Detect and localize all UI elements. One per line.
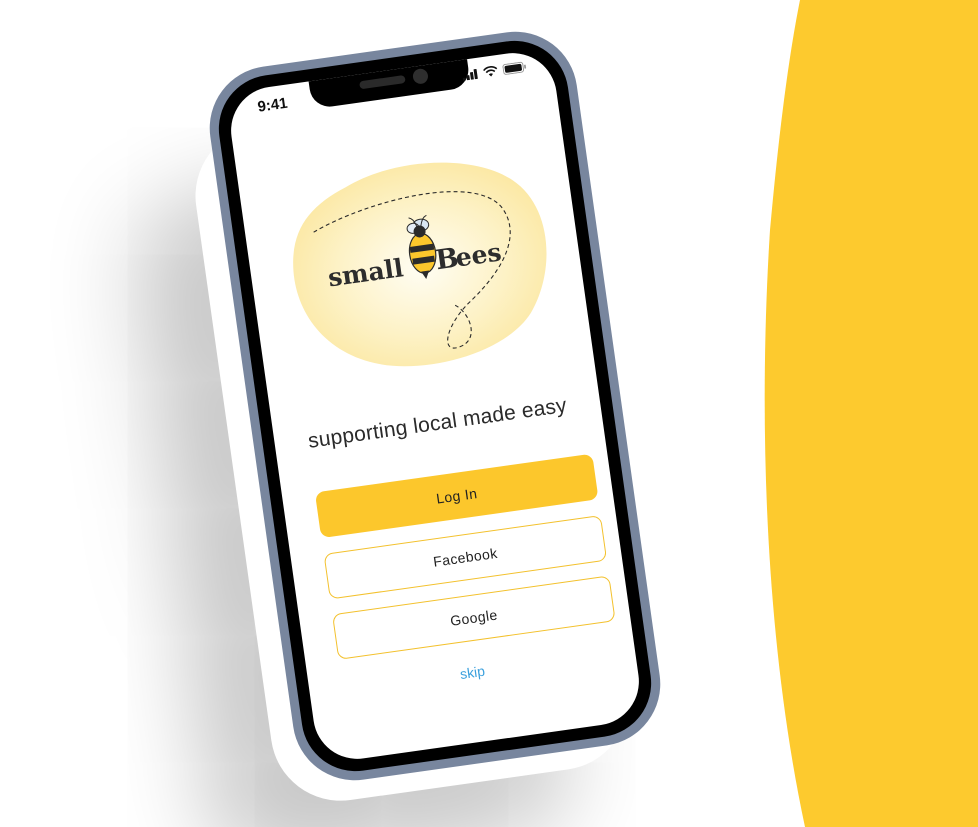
- phone-screen: 9:41 small B ees supporting local made e…: [225, 47, 645, 765]
- tagline: supporting local made easy: [306, 393, 569, 453]
- status-icons: [462, 61, 528, 81]
- wifi-icon: [483, 66, 498, 77]
- status-time: 9:41: [256, 94, 289, 116]
- logo: small B ees: [293, 162, 547, 367]
- notch: [308, 57, 471, 110]
- front-camera: [412, 67, 429, 85]
- signal-icon: [462, 69, 478, 81]
- speaker-grille: [359, 75, 406, 90]
- battery-icon: [502, 61, 527, 75]
